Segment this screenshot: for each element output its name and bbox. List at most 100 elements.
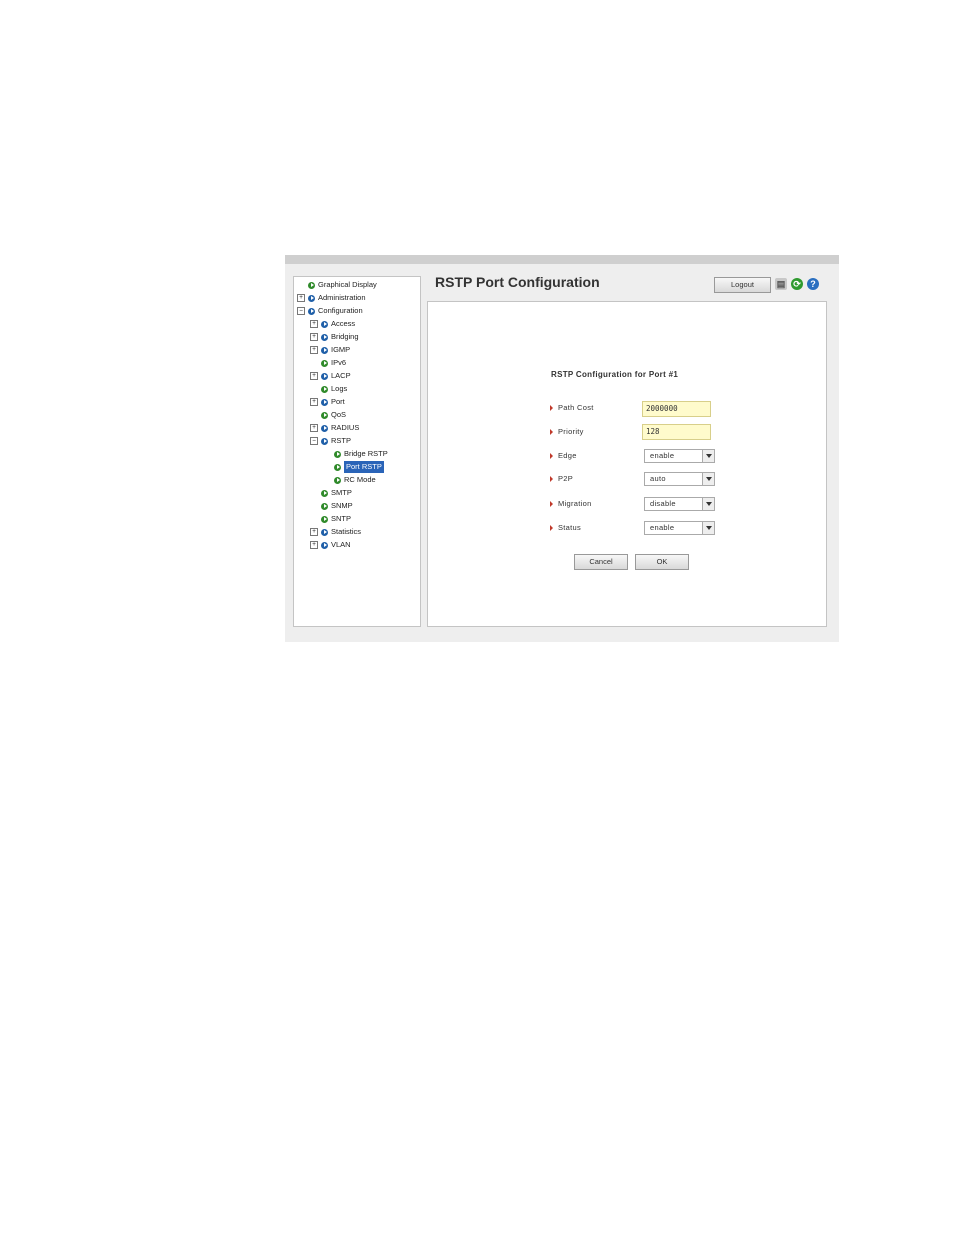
path-cost-label: Path Cost [550, 403, 594, 412]
tree-item-label: RADIUS [331, 423, 360, 432]
chevron-down-icon[interactable] [702, 498, 714, 510]
tree-item-graphical-display[interactable]: Graphical Display [297, 279, 377, 291]
tree-item-port[interactable]: + Port [310, 396, 345, 408]
priority-input[interactable]: 128 [642, 424, 711, 440]
tree-item-bridge-rstp[interactable]: Bridge RSTP [323, 448, 388, 460]
chevron-down-icon[interactable] [702, 450, 714, 462]
tree-item-label: IGMP [331, 345, 351, 354]
print-icon[interactable]: ▤ [775, 278, 787, 290]
edge-select-value: enable [650, 451, 675, 460]
arrow-circle-icon [321, 502, 328, 510]
tree-item-label: RC Mode [344, 475, 376, 484]
p2p-select-value: auto [650, 474, 666, 483]
tree-item-configuration[interactable]: − Configuration [297, 305, 363, 317]
help-icon[interactable]: ? [807, 278, 819, 290]
arrow-circle-icon [321, 411, 328, 419]
tree-item-ipv6[interactable]: IPv6 [310, 357, 346, 369]
bullet-arrow-icon [550, 452, 553, 459]
arrow-circle-icon [321, 320, 328, 328]
top-bar [285, 255, 839, 264]
path-cost-input[interactable]: 2000000 [642, 401, 711, 417]
arrow-circle-icon [321, 515, 328, 523]
status-select[interactable]: enable [644, 521, 715, 535]
tree-item-label: VLAN [331, 540, 351, 549]
tree-item-rstp[interactable]: − RSTP [310, 435, 351, 447]
p2p-label-text: P2P [558, 474, 574, 483]
tree-item-port-rstp[interactable]: Port RSTP [323, 461, 384, 473]
arrow-circle-icon [334, 450, 341, 458]
priority-label-text: Priority [558, 427, 584, 436]
tree-item-vlan[interactable]: + VLAN [310, 539, 351, 551]
bullet-arrow-icon [550, 524, 553, 531]
arrow-circle-icon [321, 333, 328, 341]
tree-item-snmp[interactable]: SNMP [310, 500, 353, 512]
edge-label-text: Edge [558, 451, 577, 460]
expand-icon[interactable]: + [310, 333, 318, 341]
form-title: RSTP Configuration for Port #1 [551, 370, 679, 379]
tree-item-label: Logs [331, 384, 348, 393]
arrow-circle-icon [321, 424, 328, 432]
logout-button[interactable]: Logout [714, 277, 771, 293]
tree-item-lacp[interactable]: + LACP [310, 370, 351, 382]
tree-item-label: Graphical Display [318, 280, 377, 289]
collapse-icon[interactable]: − [297, 307, 305, 315]
tree-item-radius[interactable]: + RADIUS [310, 422, 359, 434]
refresh-icon[interactable]: ⟳ [791, 278, 803, 290]
expand-icon[interactable]: + [297, 294, 305, 302]
bullet-arrow-icon [550, 500, 553, 507]
expand-icon[interactable]: + [310, 372, 318, 380]
arrow-circle-icon [321, 489, 328, 497]
tree-item-label: Port RSTP [344, 461, 384, 473]
tree-item-label: LACP [331, 371, 351, 380]
content-panel: RSTP Configuration for Port #1 Path Cost… [427, 301, 827, 627]
expand-icon[interactable]: + [310, 398, 318, 406]
tree-item-label: Bridge RSTP [344, 449, 388, 458]
tree-item-label: Access [331, 319, 356, 328]
tree-item-label: Statistics [331, 527, 362, 536]
tree-item-qos[interactable]: QoS [310, 409, 346, 421]
tree-item-sntp[interactable]: SNTP [310, 513, 351, 525]
path-cost-label-text: Path Cost [558, 403, 594, 412]
arrow-circle-icon [321, 346, 328, 354]
tree-item-access[interactable]: + Access [310, 318, 355, 330]
edge-label: Edge [550, 451, 577, 460]
arrow-circle-icon [321, 385, 328, 393]
ok-button[interactable]: OK [635, 554, 689, 570]
tree-item-bridging[interactable]: + Bridging [310, 331, 359, 343]
tree-item-statistics[interactable]: + Statistics [310, 526, 361, 538]
tree-item-label: RSTP [331, 436, 352, 445]
app-window: Graphical Display + Administration − Configu… [285, 255, 839, 642]
expand-icon[interactable]: + [310, 346, 318, 354]
arrow-circle-icon [308, 307, 315, 315]
page-title: RSTP Port Configuration [435, 274, 600, 290]
migration-label-text: Migration [558, 499, 592, 508]
bullet-arrow-icon [550, 428, 553, 435]
tree-item-label: SNMP [331, 501, 353, 510]
priority-label: Priority [550, 427, 584, 436]
tree-item-administration[interactable]: + Administration [297, 292, 366, 304]
expand-icon[interactable]: + [310, 541, 318, 549]
arrow-circle-icon [321, 359, 328, 367]
cancel-button[interactable]: Cancel [574, 554, 628, 570]
p2p-select[interactable]: auto [644, 472, 715, 486]
edge-select[interactable]: enable [644, 449, 715, 463]
expand-icon[interactable]: + [310, 528, 318, 536]
migration-select[interactable]: disable [644, 497, 715, 511]
tree-item-label: QoS [331, 410, 347, 419]
chevron-down-icon[interactable] [702, 473, 714, 485]
tree-item-smtp[interactable]: SMTP [310, 487, 352, 499]
tree-item-igmp[interactable]: + IGMP [310, 344, 350, 356]
arrow-circle-icon [308, 281, 315, 289]
collapse-icon[interactable]: − [310, 437, 318, 445]
tree-item-logs[interactable]: Logs [310, 383, 347, 395]
tree-item-label: SMTP [331, 488, 352, 497]
arrow-circle-icon [321, 372, 328, 380]
tree-item-label: SNTP [331, 514, 352, 523]
tree-item-rc-mode[interactable]: RC Mode [323, 474, 376, 486]
chevron-down-icon[interactable] [702, 522, 714, 534]
status-label: Status [550, 523, 581, 532]
p2p-label: P2P [550, 474, 573, 483]
tree-item-label: IPv6 [331, 358, 347, 367]
expand-icon[interactable]: + [310, 320, 318, 328]
expand-icon[interactable]: + [310, 424, 318, 432]
